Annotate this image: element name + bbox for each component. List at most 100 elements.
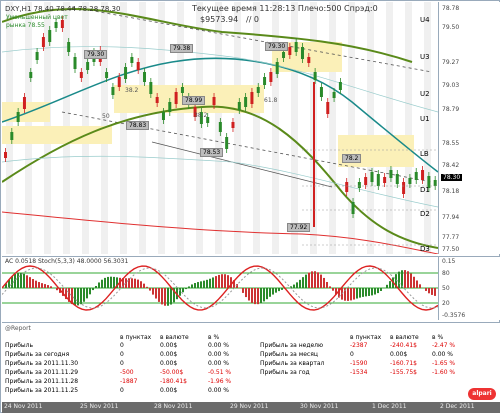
price-tick: 78.78 [442,5,460,12]
price-tick: 77.50 [442,246,460,253]
ac-bar [152,288,154,295]
candle [389,170,393,178]
report-row-pts: 0 [350,351,354,358]
candle [41,37,45,47]
candle [326,102,330,114]
candle [79,72,83,78]
ac-bar [197,282,199,288]
ac-bar [248,288,250,301]
ac-bar [218,274,220,288]
ac-bar [29,277,31,288]
ac-bar [158,288,160,302]
candle [269,72,273,82]
ac-bar [221,274,223,288]
ac-bar [380,288,382,291]
candle [174,92,178,104]
ac-bar [146,286,148,288]
report-row-pts: 0 [120,342,124,349]
candle [22,97,26,109]
ac-bar [269,288,271,297]
candle [180,87,184,93]
report-row-pct: 0.00 % [432,351,453,358]
ac-bar [272,288,274,295]
candle [364,177,368,185]
candle [54,22,58,28]
report-row-label: Прибыль за 2011.11.25 [5,387,79,394]
candle [376,174,380,186]
candle [402,182,406,194]
ac-bar [398,271,400,288]
price-chart-canvas[interactable] [2,2,438,254]
time-axis[interactable]: 24 Nov 2011 25 Nov 2011 28 Nov 2011 29 N… [2,402,500,413]
candle [10,132,14,140]
time-tick: 24 Nov 2011 [4,403,43,410]
ac-bar [329,286,331,288]
ac-bar [128,278,130,288]
candle [307,57,311,63]
ac-bar [206,279,208,288]
oscillator-canvas[interactable] [2,257,438,320]
osc-tick: 50 [442,285,450,292]
price-box: 78.53 [200,148,224,157]
report-row-pct: -2.47 % [432,342,456,349]
ac-bar [419,284,421,288]
candle [48,30,52,42]
candle [313,72,317,80]
report-row-pts: -1534 [350,369,368,376]
candle [225,137,229,149]
level-d1: D1 [420,186,430,194]
level-d3: D3 [420,245,430,253]
ac-bar [86,288,88,299]
ac-bar [434,288,436,296]
candle [161,112,165,120]
candle [111,87,115,95]
time-tick: 29 Nov 2011 [230,403,269,410]
ac-bar [389,281,391,288]
ac-bar [254,288,256,305]
report-row-cur: -50.00$ [160,369,184,376]
price-axis[interactable]: 78.78 79.50 79.27 79.03 78.79 78.55 78.4… [438,2,500,254]
ac-bar [134,278,136,288]
candle [130,57,134,63]
oscillator-axis[interactable]: 0.15 80 50 20 -0.3576 [438,256,500,320]
price-chart[interactable]: DXY,H1 78.40 78.44 78.28 78.30 Уменьшенн… [2,2,438,254]
ac-bar [245,288,247,298]
price-tick: 78.18 [442,188,460,195]
ac-bar [425,288,427,291]
level-u1: U1 [420,115,430,123]
oscillator-chart[interactable]: AC 0.0518 Stoch(5,3,3) 48.0000 56.3031 [2,256,438,320]
ac-bar [26,275,28,288]
level-u4: U4 [420,16,430,24]
col-header-percent: в % [208,334,220,341]
report-row-label: Прибыль за год [260,369,310,376]
ac-bar [194,283,196,288]
candle [237,102,241,110]
candle [408,178,412,184]
col-header-currency: в валюте [160,334,189,341]
symbol-ohlc-label: DXY,H1 78.40 78.44 78.28 78.30 [5,5,121,13]
fib-label: 50 [102,113,110,120]
ac-bar [131,278,133,288]
ac-bar [50,286,52,288]
session-stripe [386,2,393,254]
ac-bar [365,288,367,297]
report-row-cur: -160.71$ [390,360,417,367]
ac-bar [47,285,49,288]
price-box: 77.92 [287,223,311,232]
ac-bar [302,277,304,288]
price-box: 79.30 [84,50,108,59]
candle [136,62,140,70]
level-u3: U3 [420,53,430,61]
ac-bar [431,288,433,295]
note-line-2: рынка 78.55 [6,22,45,29]
ac-bar [320,274,322,288]
zone-box [2,126,112,144]
ac-bar [404,270,406,288]
price-tick: 79.27 [442,59,460,66]
time-tick: 25 Nov 2011 [80,403,119,410]
report-row-pts: -2387 [350,342,368,349]
report-row-cur: 0.00$ [390,351,408,358]
ac-bar [44,284,46,288]
ac-bar [407,271,409,288]
candle [414,172,418,180]
